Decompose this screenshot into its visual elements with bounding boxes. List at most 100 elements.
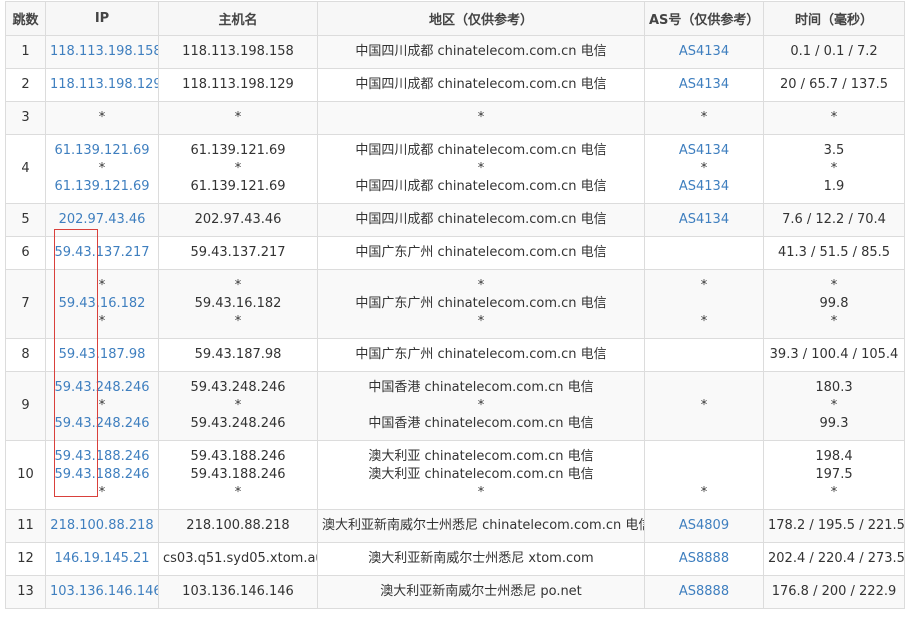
header-asn: AS号（仅供参考） xyxy=(644,1,764,36)
header-region: 地区（仅供参考） xyxy=(317,1,645,36)
asn-link xyxy=(649,466,759,484)
ip-link[interactable]: 59.43.16.182 xyxy=(50,295,154,313)
time-text: 176.8 / 200 / 222.9 xyxy=(771,584,897,599)
region-cell: 澳大利亚 chinatelecom.com.cn 电信 澳大利亚 chinatel… xyxy=(317,440,645,510)
ip-link[interactable]: 202.97.43.46 xyxy=(50,211,154,229)
hostname-text: 59.43.187.98 xyxy=(194,347,282,362)
hop-number: 12 xyxy=(17,551,34,566)
table-row: 1 118.113.198.158 118.113.198.158 中国四川成都 ch… xyxy=(5,35,905,69)
time-text: 3.5 xyxy=(823,143,845,158)
hostname-cell: 59.43.137.217 xyxy=(158,236,318,270)
region-text: * xyxy=(477,314,485,329)
asn-link[interactable]: AS4134 xyxy=(649,178,759,196)
hostname-text: * xyxy=(234,110,242,125)
hop-number: 3 xyxy=(21,110,30,125)
table-row: 7 * 59.43.16.182 * * 59.43.16.182 * * 中国广东广州 chi… xyxy=(5,269,905,339)
asn-link: * xyxy=(700,485,708,500)
region-text: * xyxy=(477,398,485,413)
hostname-cell: 59.43.188.246 59.43.188.246 * xyxy=(158,440,318,510)
region-text: 中国四川成都 chinatelecom.com.cn 电信 xyxy=(355,77,607,92)
ip-link[interactable]: 118.113.198.158 xyxy=(50,43,158,61)
hop-number: 9 xyxy=(21,398,30,413)
asn-link xyxy=(649,295,759,313)
table-row: 2 118.113.198.129 118.113.198.129 中国四川成都 ch… xyxy=(5,68,905,102)
asn-link[interactable]: AS4134 xyxy=(649,211,759,229)
time-text: 202.4 / 220.4 / 273.5 xyxy=(768,551,905,566)
region-text: 澳大利亚 chinatelecom.com.cn 电信 xyxy=(368,467,594,482)
region-cell: 中国香港 chinatelecom.com.cn 电信 * 中国香港 chinate… xyxy=(317,371,645,441)
asn-link[interactable]: AS4134 xyxy=(649,76,759,94)
ip-link[interactable]: 218.100.88.218 xyxy=(50,517,154,535)
table-row: 9 59.43.248.246 * 59.43.248.246 59.43.248.24… xyxy=(5,371,905,441)
hop-cell: 12 xyxy=(5,542,46,576)
region-cell: 中国四川成都 chinatelecom.com.cn 电信 xyxy=(317,203,645,237)
asn-link: * xyxy=(700,110,708,125)
region-text: 澳大利亚新南威尔士州悉尼 po.net xyxy=(380,584,582,599)
asn-cell xyxy=(644,338,764,372)
table-row: 13 103.136.146.146 103.136.146.146 澳大利亚新南威尔… xyxy=(5,575,905,609)
hostname-text: 103.136.146.146 xyxy=(182,584,294,599)
hostname-text: * xyxy=(234,161,242,176)
region-text: 中国四川成都 chinatelecom.com.cn 电信 xyxy=(355,143,607,158)
region-text: 中国香港 chinatelecom.com.cn 电信 xyxy=(368,380,594,395)
table-row: 4 61.139.121.69 * 61.139.121.69 61.139.121.6… xyxy=(5,134,905,204)
hostname-text: 61.139.121.69 xyxy=(190,179,286,194)
hop-cell: 11 xyxy=(5,509,46,543)
asn-link[interactable]: AS4134 xyxy=(649,142,759,160)
ip-cell: 61.139.121.69 * 61.139.121.69 xyxy=(45,134,159,204)
time-text: 39.3 / 100.4 / 105.4 xyxy=(769,347,899,362)
time-cell: 198.4 197.5 * xyxy=(763,440,905,510)
time-cell: * 99.8 * xyxy=(763,269,905,339)
hostname-text: 202.97.43.46 xyxy=(194,212,282,227)
ip-link[interactable]: 118.113.198.129 xyxy=(50,76,158,94)
time-cell: 202.4 / 220.4 / 273.5 xyxy=(763,542,905,576)
hostname-text: 118.113.198.129 xyxy=(182,77,294,92)
asn-cell: AS4134 * AS4134 xyxy=(644,134,764,204)
ip-link: * xyxy=(98,485,106,500)
ip-link[interactable]: 59.43.188.246 xyxy=(50,466,154,484)
asn-link[interactable]: AS4809 xyxy=(649,517,759,535)
hop-number: 8 xyxy=(21,347,30,362)
hop-cell: 5 xyxy=(5,203,46,237)
time-cell: 178.2 / 195.5 / 221.5 xyxy=(763,509,905,543)
region-text: * xyxy=(477,110,485,125)
ip-link[interactable]: 146.19.145.21 xyxy=(50,550,154,568)
region-text: 中国四川成都 chinatelecom.com.cn 电信 xyxy=(355,44,607,59)
asn-cell: AS8888 xyxy=(644,575,764,609)
ip-link: * xyxy=(98,314,106,329)
ip-link[interactable]: 61.139.121.69 xyxy=(50,142,154,160)
hostname-text: 59.43.16.182 xyxy=(194,296,282,311)
ip-cell: * xyxy=(45,101,159,135)
asn-link[interactable]: AS8888 xyxy=(649,583,759,601)
ip-cell: 218.100.88.218 xyxy=(45,509,159,543)
time-text: 180.3 xyxy=(815,380,853,395)
asn-cell: AS8888 xyxy=(644,542,764,576)
asn-link: * xyxy=(700,278,708,293)
ip-link[interactable]: 59.43.187.98 xyxy=(50,346,154,364)
hostname-cell: 118.113.198.129 xyxy=(158,68,318,102)
ip-link[interactable]: 59.43.248.246 xyxy=(50,379,154,397)
hop-cell: 13 xyxy=(5,575,46,609)
ip-link[interactable]: 59.43.137.217 xyxy=(50,244,154,262)
ip-link[interactable]: 59.43.188.246 xyxy=(50,448,154,466)
hop-cell: 6 xyxy=(5,236,46,270)
ip-link[interactable]: 61.139.121.69 xyxy=(50,178,154,196)
time-cell: 41.3 / 51.5 / 85.5 xyxy=(763,236,905,270)
region-cell: 澳大利亚新南威尔士州悉尼 po.net xyxy=(317,575,645,609)
header-time: 时间（毫秒） xyxy=(763,1,905,36)
time-cell: 0.1 / 0.1 / 7.2 xyxy=(763,35,905,69)
hop-number: 6 xyxy=(21,245,30,260)
asn-link: * xyxy=(700,398,708,413)
hop-number: 7 xyxy=(21,296,30,311)
time-text: * xyxy=(830,398,838,413)
ip-link[interactable]: 103.136.146.146 xyxy=(50,583,158,601)
table-row: 5 202.97.43.46 202.97.43.46 中国四川成都 chinatel… xyxy=(5,203,905,237)
table-body: 1 118.113.198.158 118.113.198.158 中国四川成都 ch… xyxy=(5,35,905,609)
asn-link[interactable]: AS4134 xyxy=(649,43,759,61)
region-text: 中国香港 chinatelecom.com.cn 电信 xyxy=(368,416,594,431)
hostname-text: 118.113.198.158 xyxy=(182,44,294,59)
table-row: 11 218.100.88.218 218.100.88.218 澳大利亚新南威尔士州… xyxy=(5,509,905,543)
header-ip: IP xyxy=(45,1,159,36)
asn-link[interactable]: AS8888 xyxy=(649,550,759,568)
ip-link[interactable]: 59.43.248.246 xyxy=(50,415,154,433)
